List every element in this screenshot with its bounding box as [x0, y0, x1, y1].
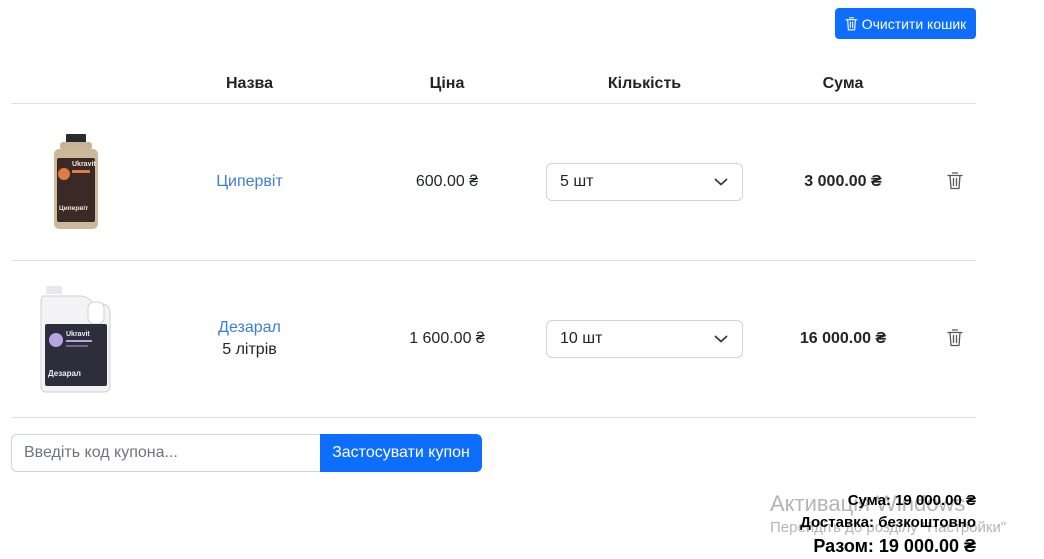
product-name-link[interactable]: Ципервіт: [141, 173, 358, 191]
header-price: Ціна: [429, 74, 465, 92]
quantity-value: 5 шт: [560, 173, 594, 190]
table-header: Назва Ціна Кількість Сума: [11, 64, 976, 104]
trash-icon: [946, 328, 963, 346]
quantity-select[interactable]: 5 шт: [546, 163, 743, 201]
quantity-value: 10 шт: [560, 330, 603, 347]
product-name-link[interactable]: Дезарал: [141, 319, 358, 337]
product-volume: 5 літрів: [222, 341, 277, 358]
cart-table: Назва Ціна Кількість Сума Ukravit Циперв…: [11, 64, 976, 418]
chevron-down-icon: [714, 335, 728, 343]
coupon-form: Застосувати купон: [11, 434, 482, 472]
grand-total: Разом: 19 000.00 ₴: [813, 536, 976, 556]
product-brand-cipervit: Ukravit: [72, 161, 96, 168]
product-image-cipervit[interactable]: Ukravit Ципервіт: [11, 132, 141, 232]
row-sum: 16 000.00 ₴: [799, 330, 887, 347]
product-brand-dezaral: Ukravit: [66, 331, 90, 338]
header-sum: Сума: [822, 74, 864, 92]
row-sum: 3 000.00 ₴: [804, 173, 882, 190]
header-name: Назва: [225, 74, 274, 92]
quantity-select[interactable]: 10 шт: [546, 320, 743, 358]
product-price: 1 600.00 ₴: [409, 330, 485, 347]
cart-totals: Сума: 19 000.00 ₴ Доставка: безкоштовно …: [800, 490, 976, 558]
table-row: Ukravit Ципервіт Ципервіт 600.00 ₴ 5 шт …: [11, 104, 976, 261]
remove-item-button[interactable]: [946, 328, 963, 350]
product-label-dezaral: Дезарал: [48, 369, 81, 378]
clear-cart-button[interactable]: Очистити кошик: [835, 8, 976, 39]
clear-cart-label: Очистити кошик: [861, 15, 967, 32]
trash-icon: [845, 16, 858, 30]
product-price: 600.00 ₴: [415, 173, 479, 190]
subtotal: Сума: 19 000.00 ₴: [847, 492, 976, 509]
apply-coupon-button[interactable]: Застосувати купон: [320, 434, 482, 472]
header-quantity: Кількість: [607, 74, 682, 92]
trash-icon: [946, 171, 963, 189]
remove-item-button[interactable]: [946, 171, 963, 193]
delivery: Доставка: безкоштовно: [800, 514, 976, 531]
coupon-input[interactable]: [11, 434, 320, 472]
chevron-down-icon: [714, 178, 728, 186]
product-image-dezaral[interactable]: Ukravit Дезарал: [11, 284, 141, 394]
table-row: Ukravit Дезарал Дезарал 5 літрів 1 600.0…: [11, 261, 976, 418]
product-label-cipervit: Ципервіт: [59, 204, 88, 212]
